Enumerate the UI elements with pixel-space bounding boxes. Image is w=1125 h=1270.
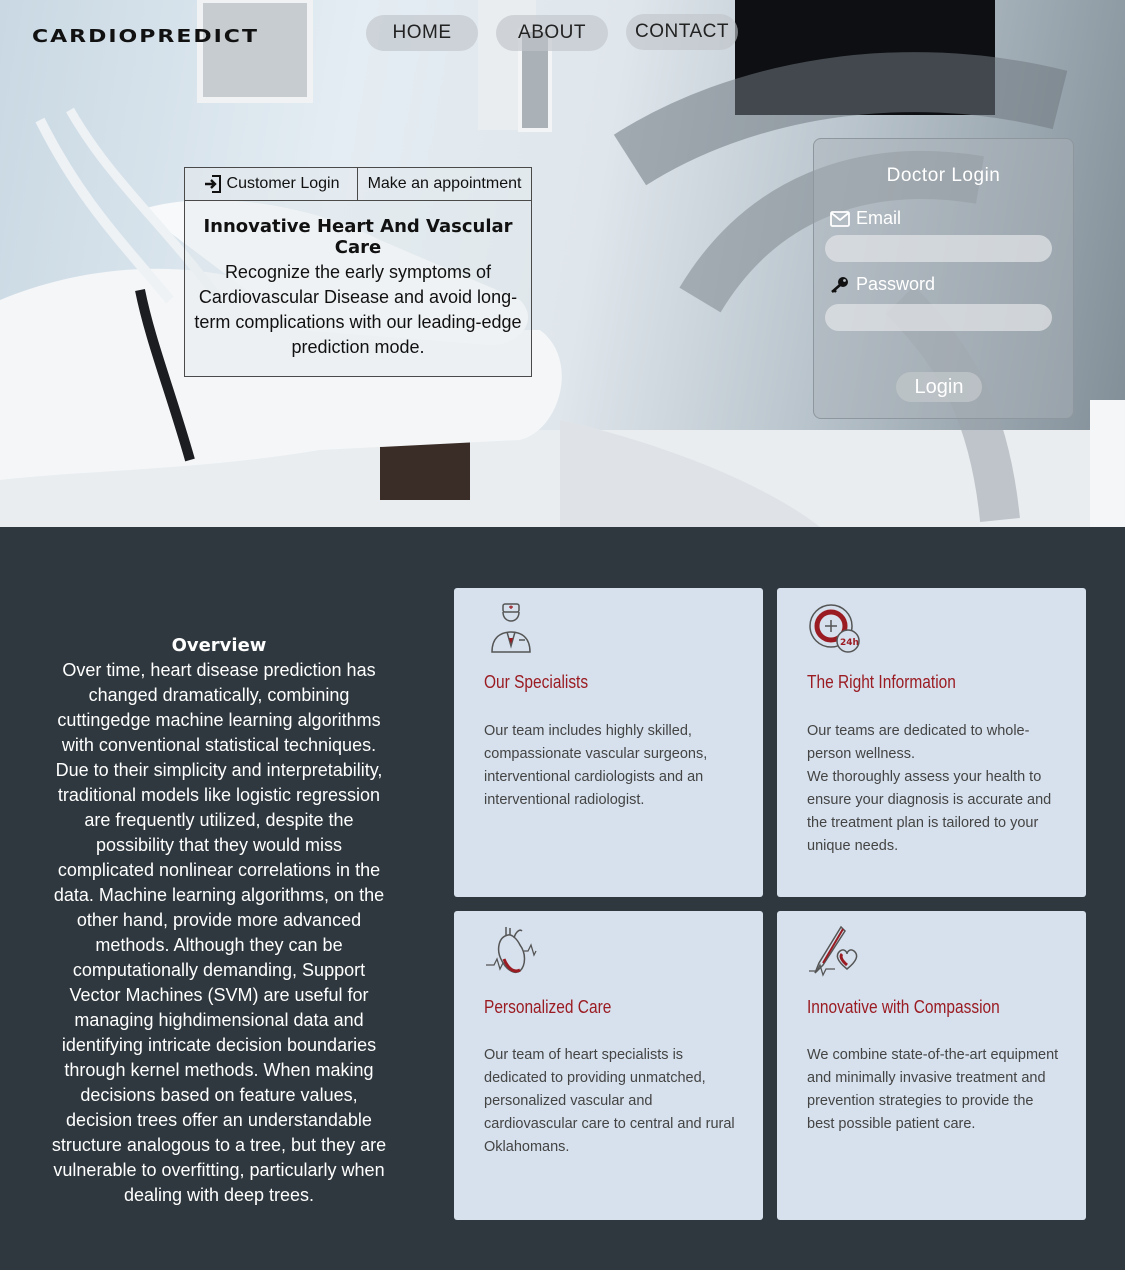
password-label: Password xyxy=(856,274,936,294)
key-icon xyxy=(831,276,848,293)
anatomical-heart-icon xyxy=(486,927,537,973)
card-personalized-care: Personalized Care Our team of heart spec… xyxy=(454,911,763,1220)
nav-contact-button[interactable]: CONTACT xyxy=(626,14,738,50)
doctor-icon xyxy=(491,603,531,653)
email-label-row: Email xyxy=(830,208,901,229)
overview-text: Over time, heart disease prediction has … xyxy=(51,660,387,1205)
scalpel-heart-icon xyxy=(809,925,858,977)
card-text: Our team includes highly skilled, compas… xyxy=(484,723,708,808)
card-text: Our team of heart specialists is dedicat… xyxy=(484,1047,735,1155)
hero-title: Innovative Heart And Vascular Care xyxy=(203,216,513,258)
card-our-specialists: Our Specialists Our team includes highly… xyxy=(454,588,763,897)
brand-logo[interactable]: CARDIOPREDICT xyxy=(32,25,267,49)
card-title: Innovative with Compassion xyxy=(807,997,1000,1017)
nav-home-button[interactable]: HOME xyxy=(366,15,478,51)
doctor-login-title: Doctor Login xyxy=(886,165,1001,186)
password-label-row: Password xyxy=(830,274,935,295)
hero-info-box: Innovative Heart And Vascular Care Recog… xyxy=(184,200,532,377)
card-title: Our Specialists xyxy=(484,672,589,692)
tab-make-appointment[interactable]: Make an appointment xyxy=(358,167,532,201)
login-tabs: Customer Login Make an appointment xyxy=(184,167,532,201)
card-title: Personalized Care xyxy=(484,997,612,1017)
email-input[interactable] xyxy=(825,235,1052,262)
doctor-login-form: Doctor Login Email Password Login xyxy=(813,138,1074,419)
envelope-icon xyxy=(830,210,850,227)
login-button[interactable]: Login xyxy=(896,372,982,402)
hero-text: Recognize the early symptoms of Cardiova… xyxy=(194,262,522,357)
card-text: Our teams are dedicated to whole-person … xyxy=(807,723,1052,854)
email-label: Email xyxy=(856,208,902,228)
card-right-information: 24h The Right Information Our teams are … xyxy=(777,588,1086,897)
overview-title: Overview xyxy=(171,635,267,656)
svg-text:24h: 24h xyxy=(840,638,859,648)
card-text: We combine state-of-the-art equipment an… xyxy=(807,1047,1059,1132)
password-input[interactable] xyxy=(825,304,1052,331)
card-innovative-compassion: Innovative with Compassion We combine st… xyxy=(777,911,1086,1220)
sign-in-icon xyxy=(204,175,221,193)
card-title: The Right Information xyxy=(807,672,956,692)
hero-section: CARDIOPREDICT HOME ABOUT CONTACT Custome… xyxy=(0,0,1125,527)
tab-customer-login-label: Customer Login xyxy=(226,175,340,192)
tab-customer-login[interactable]: Customer Login xyxy=(184,167,358,201)
24h-icon: 24h xyxy=(809,604,860,653)
overview-section: Overview Over time, heart disease predic… xyxy=(50,633,388,1208)
nav-about-button[interactable]: ABOUT xyxy=(496,15,608,51)
